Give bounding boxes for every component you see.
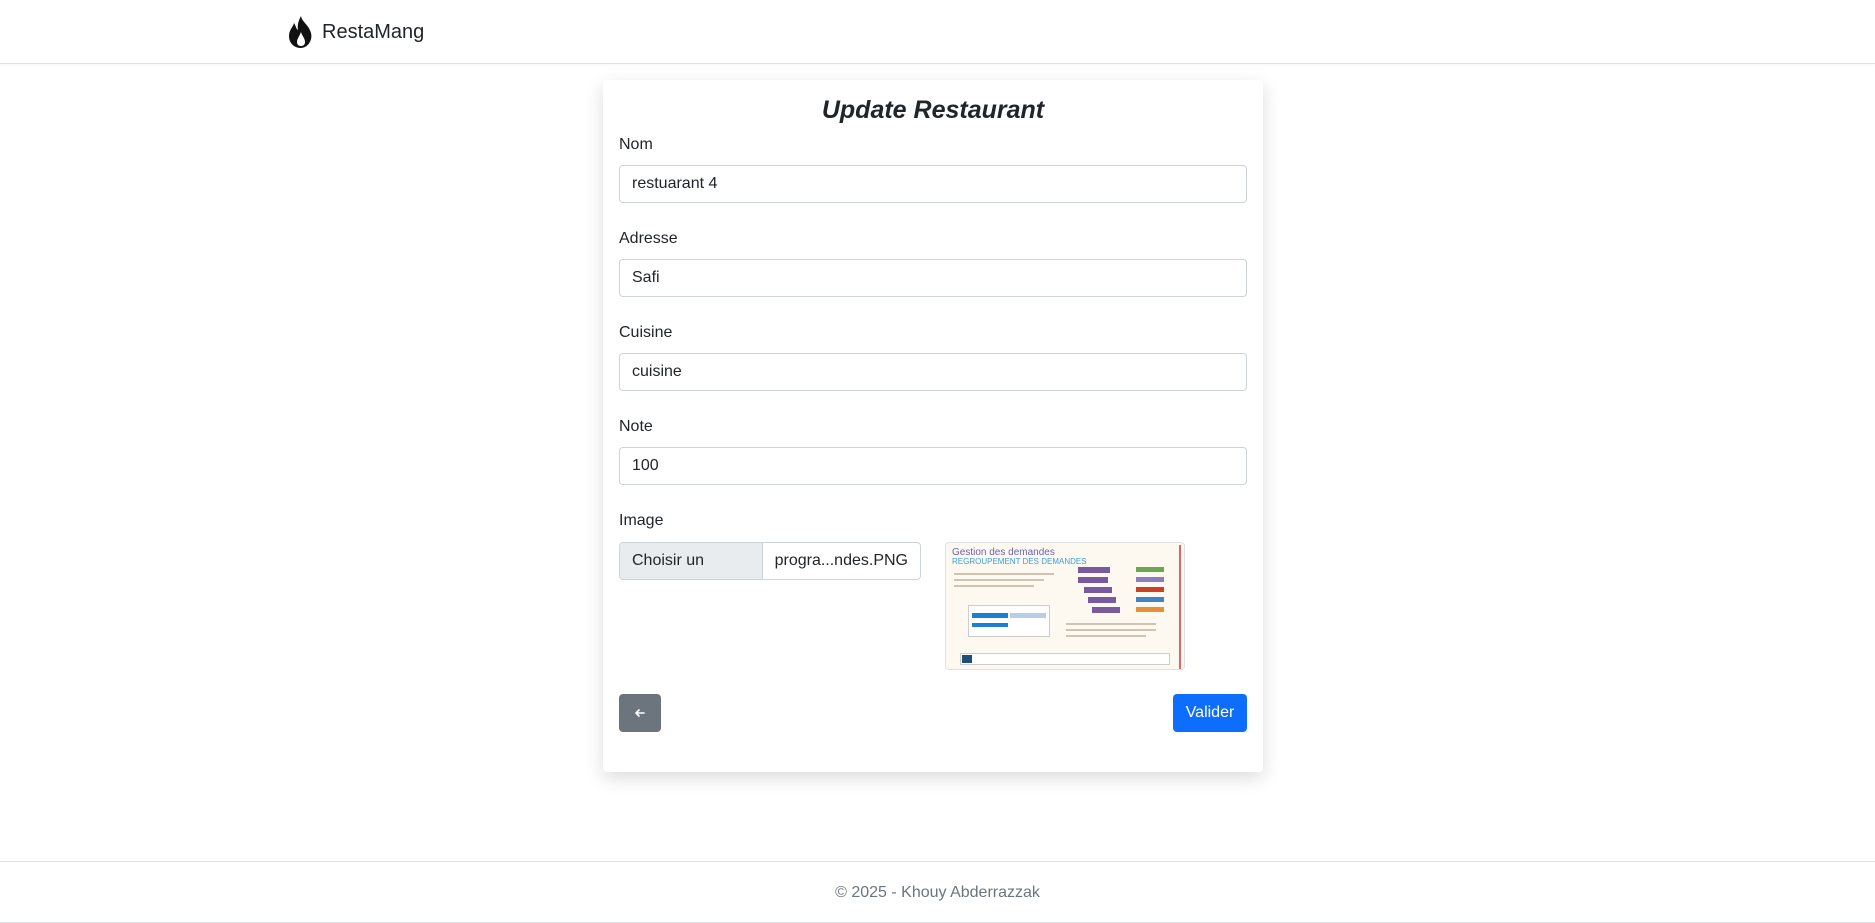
page-title: Update Restaurant <box>821 96 1045 124</box>
brand-name: RestaMang <box>322 21 425 43</box>
preview-subtitle: REGROUPEMENT DES DEMANDES <box>952 557 1087 566</box>
footer: © 2025 - Khouy Abderrazzak <box>0 861 1875 923</box>
adresse-label: Adresse <box>619 230 678 247</box>
adresse-input[interactable] <box>619 259 1247 297</box>
brand-link[interactable]: RestaMang <box>286 10 424 54</box>
note-label: Note <box>619 418 653 435</box>
note-input[interactable] <box>619 447 1247 485</box>
back-button[interactable] <box>619 694 661 732</box>
cuisine-label: Cuisine <box>619 324 673 341</box>
arrow-left-icon <box>635 709 645 717</box>
navbar: RestaMang <box>0 0 1875 64</box>
choose-file-button[interactable]: Choisir un fichier <box>620 543 763 579</box>
image-label: Image <box>619 512 664 529</box>
image-preview: Gestion des demandes REGROUPEMENT DES DE… <box>945 542 1185 670</box>
submit-button[interactable]: Valider <box>1173 694 1247 732</box>
file-input[interactable]: Choisir un fichier progra...ndes.PNG <box>619 542 921 580</box>
nom-input[interactable] <box>619 165 1247 203</box>
nom-label: Nom <box>619 136 653 153</box>
footer-text: © 2025 - Khouy Abderrazzak <box>835 884 1040 901</box>
cuisine-input[interactable] <box>619 353 1247 391</box>
flame-icon <box>289 16 312 48</box>
file-name: progra...ndes.PNG <box>774 552 908 569</box>
update-restaurant-card: Update Restaurant Nom Adresse Cuisine No… <box>603 80 1263 772</box>
